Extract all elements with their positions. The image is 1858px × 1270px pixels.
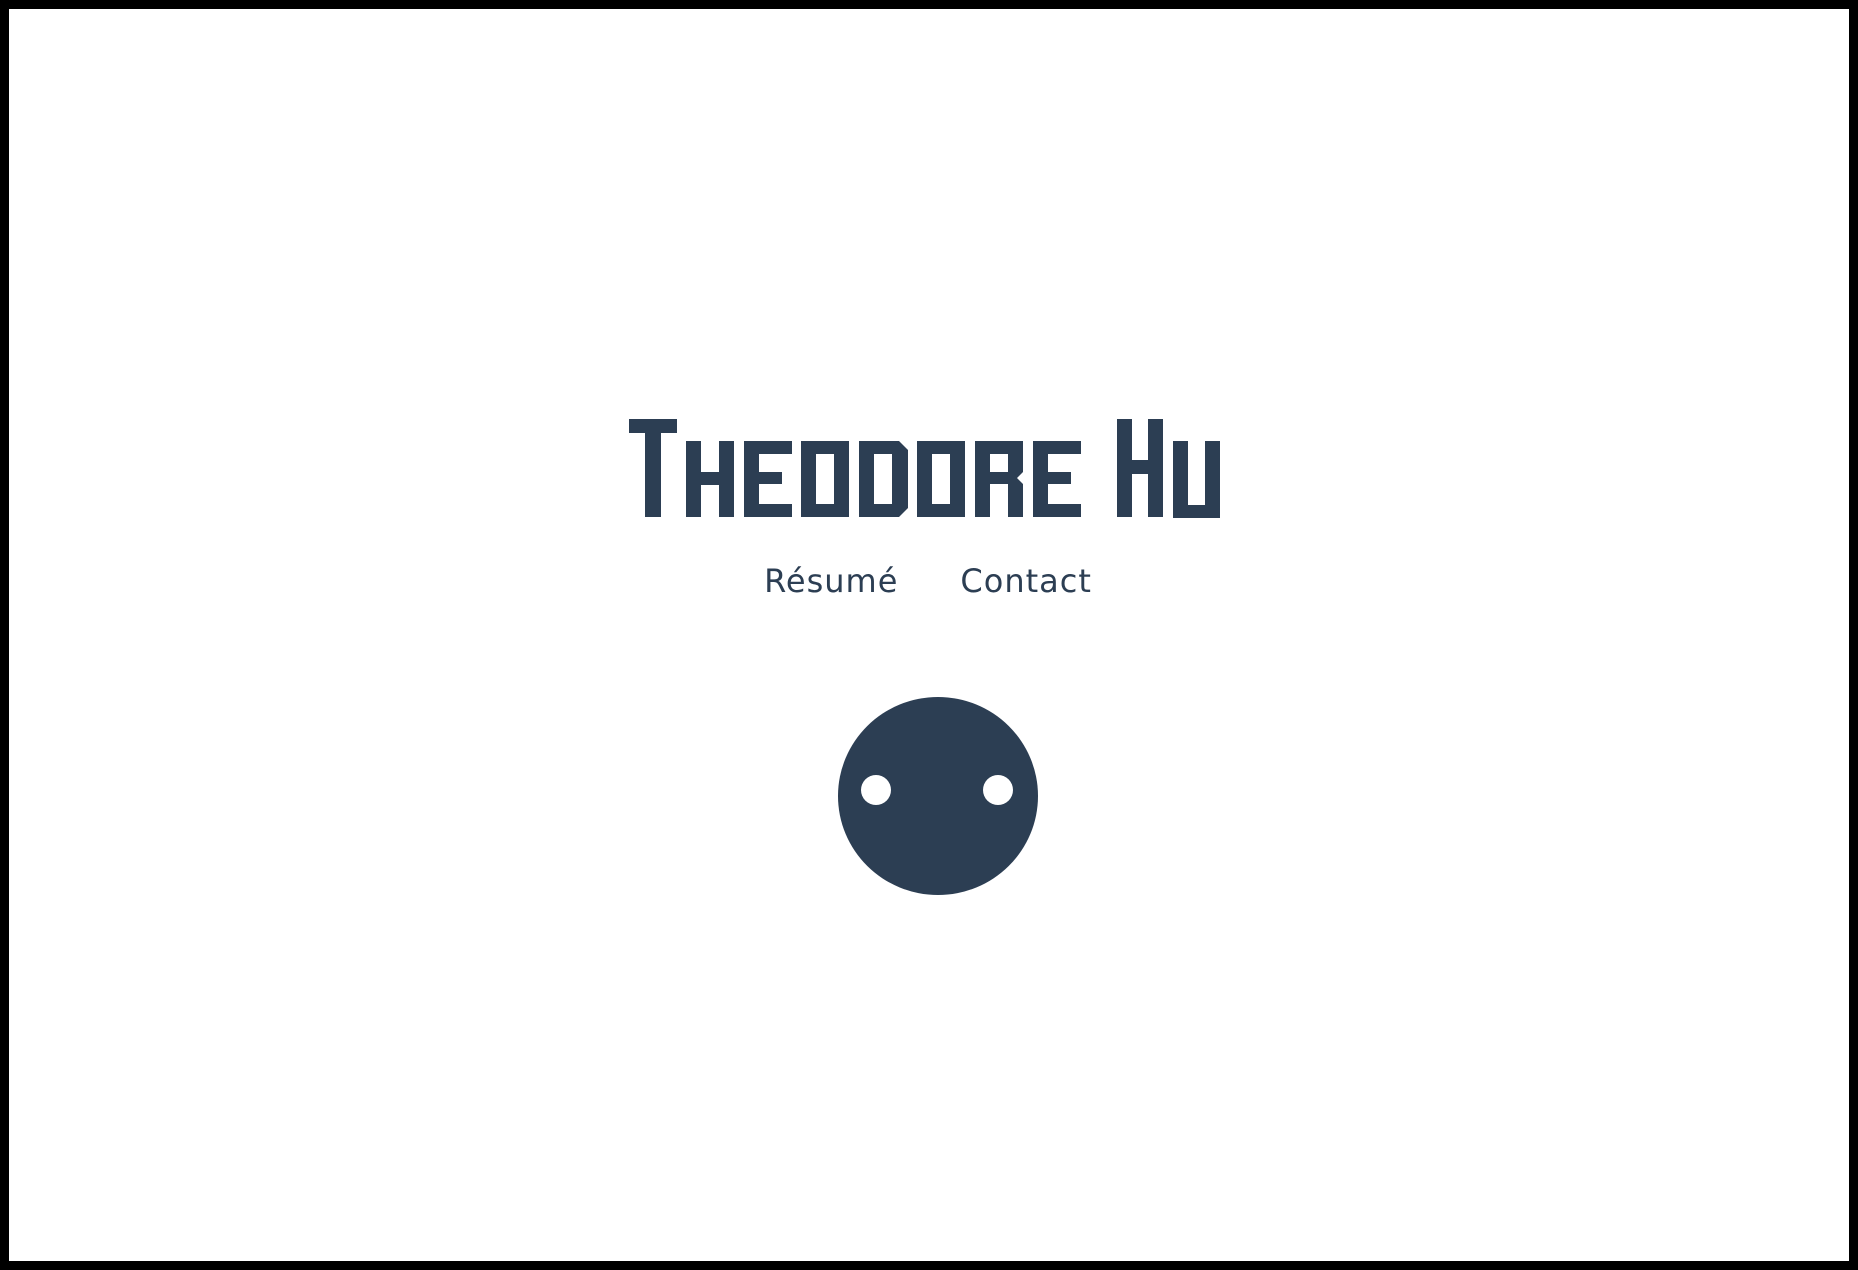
main-nav: Résumé Contact xyxy=(9,562,1849,600)
round-face-icon xyxy=(838,697,1038,900)
nav-link-resume[interactable]: Résumé xyxy=(764,562,898,600)
page-frame: Theodore Hu xyxy=(0,0,1858,1270)
nav-link-contact[interactable]: Contact xyxy=(960,562,1092,600)
site-title: Theodore Hu xyxy=(9,419,1849,529)
site-title-logotype xyxy=(629,419,1220,518)
